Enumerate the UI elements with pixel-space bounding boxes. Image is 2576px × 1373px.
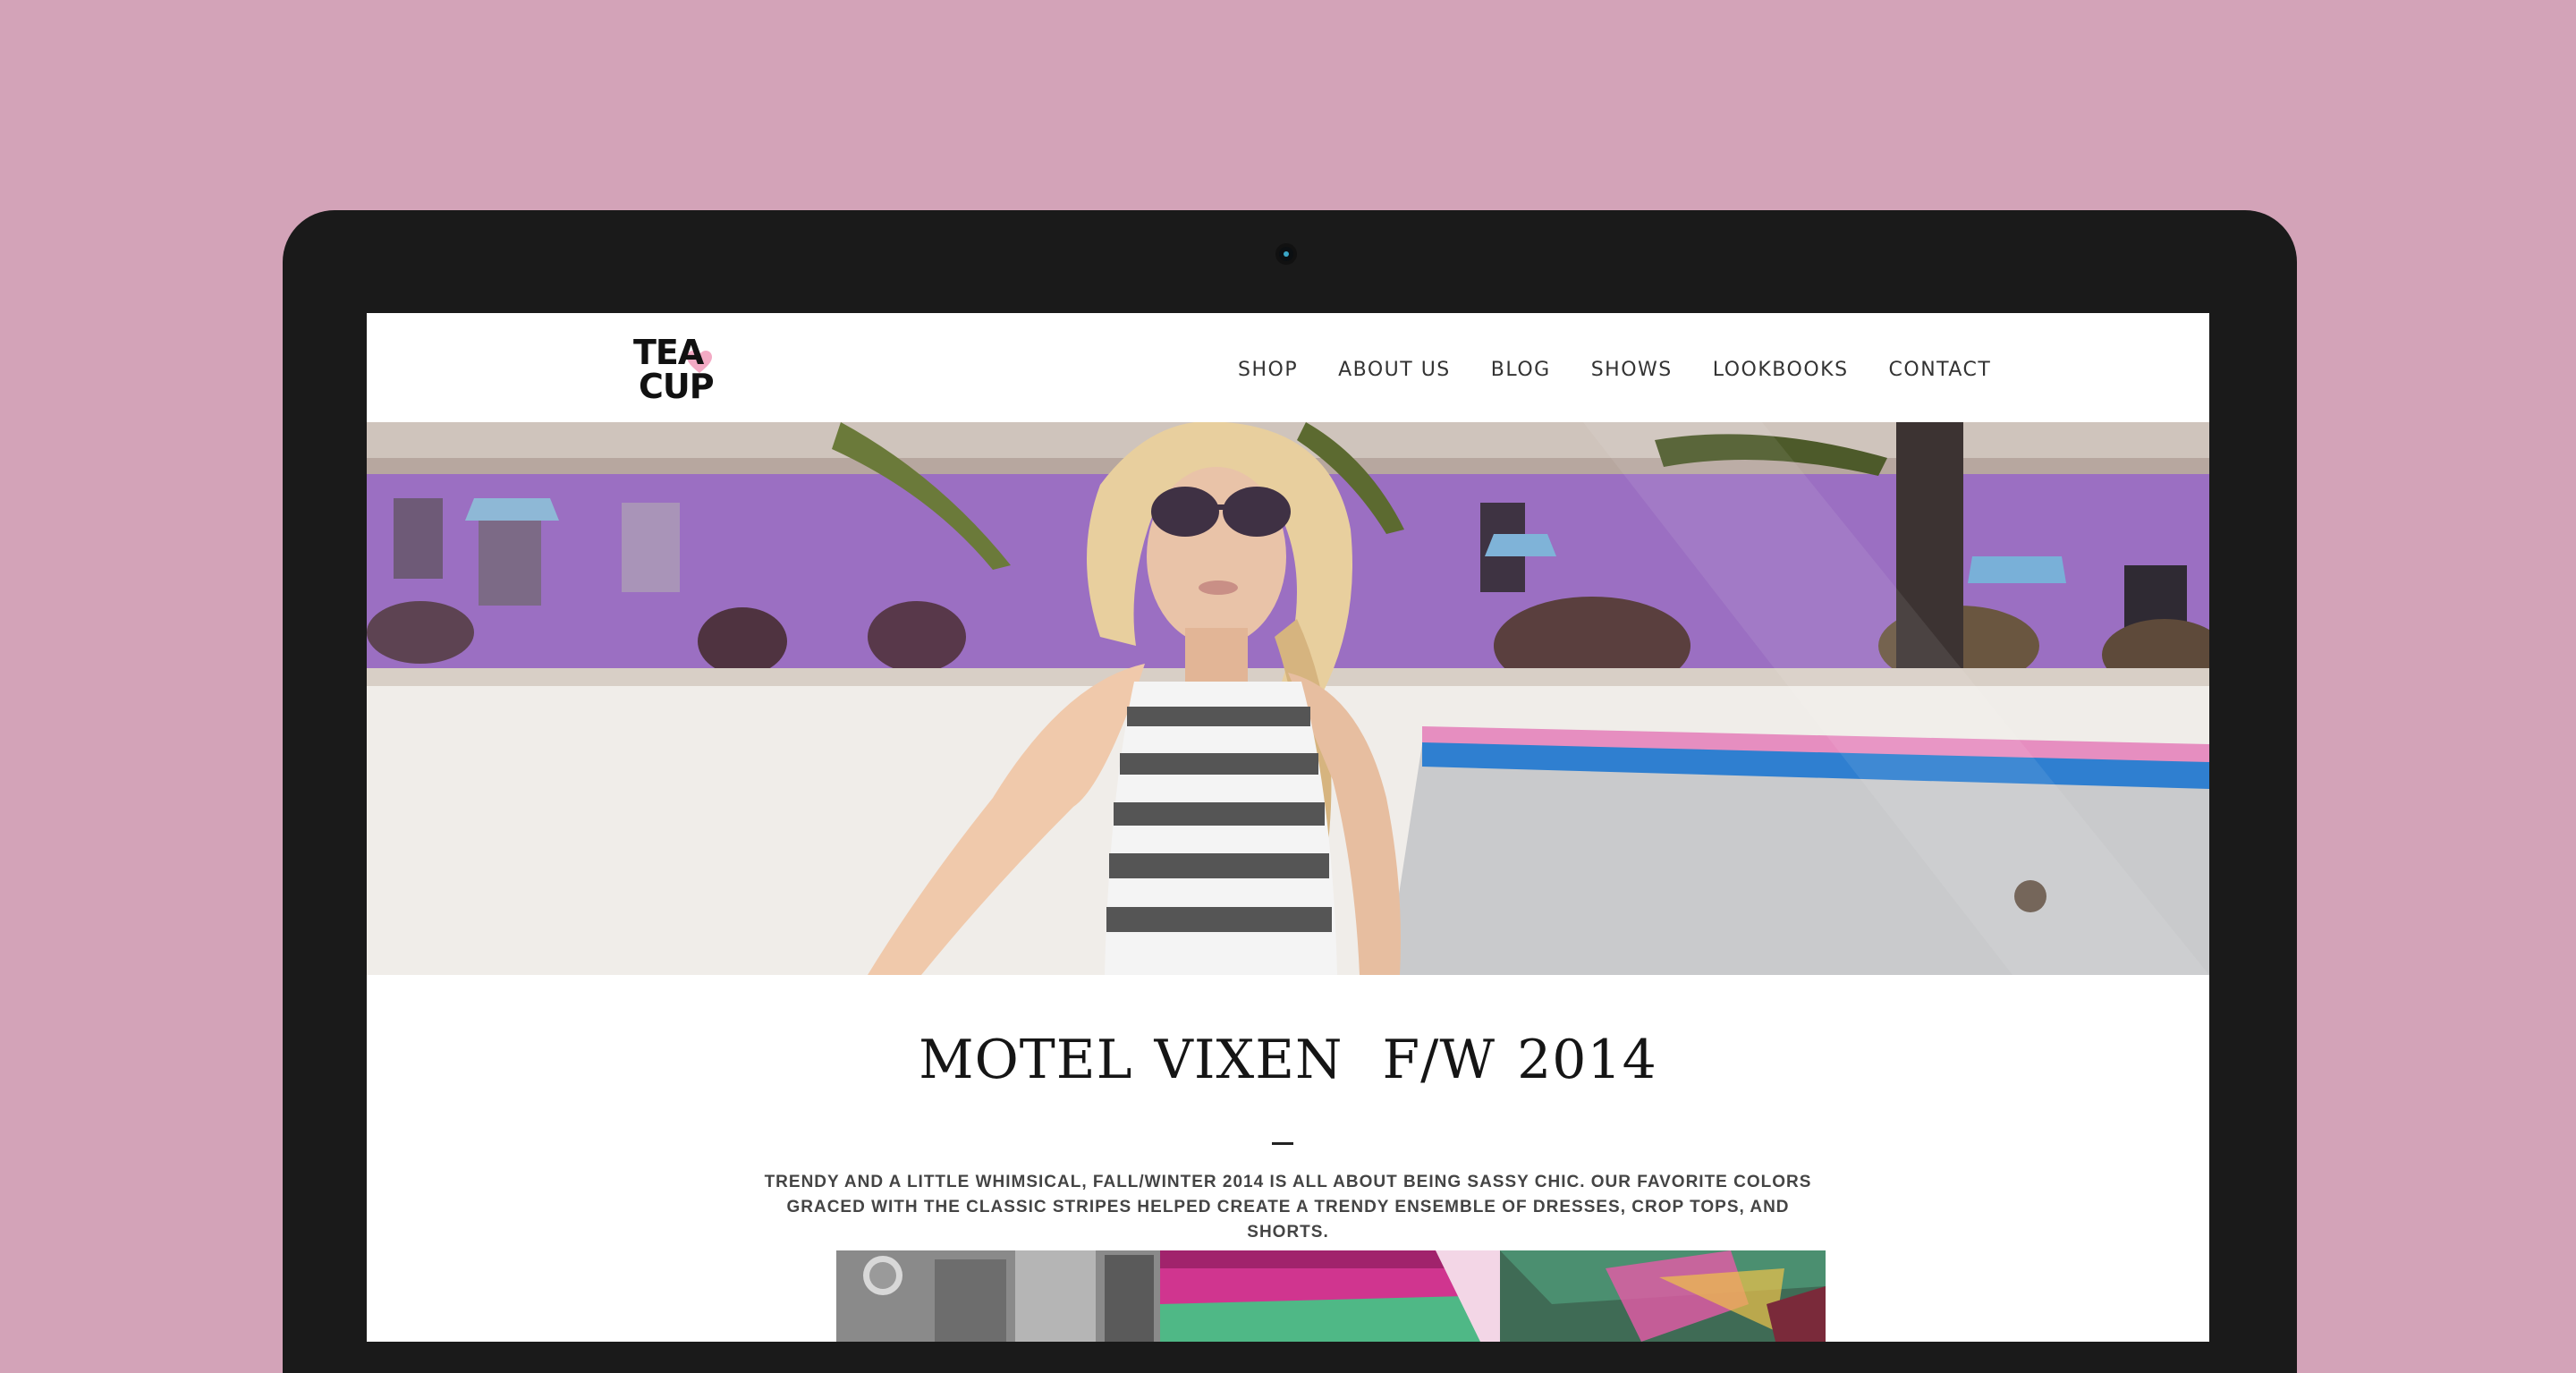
logo-line-2: CUP [639,367,715,406]
hero-photo-illustration [367,422,2209,975]
nav-shop[interactable]: SHOP [1238,354,1298,386]
lookbook-gallery[interactable] [836,1250,1826,1342]
collection-description: TRENDY AND A LITTLE WHIMSICAL, FALL/WINT… [764,1173,1812,1242]
website-screen: TEA CUP SHOP ABOUT US BLOG SHOWS LOOKBOO… [367,313,2209,1342]
nav-shows[interactable]: SHOWS [1591,354,1673,386]
logo-line-1: TEA [633,333,704,372]
page-title: MOTEL VIXEN F/W 2014 [367,1029,2209,1091]
webcam-icon [1279,247,1293,261]
title-collection: MOTEL VIXEN [919,1029,1343,1091]
nav-blog[interactable]: BLOG [1491,354,1551,386]
teacup-logo[interactable]: TEA CUP [633,333,732,411]
title-season: F/W 2014 [1382,1029,1657,1091]
nav-lookbooks[interactable]: LOOKBOOKS [1713,354,1849,386]
title-divider [1272,1142,1293,1145]
main-nav: SHOP ABOUT US BLOG SHOWS LOOKBOOKS CONTA… [1238,354,2031,386]
site-header: TEA CUP SHOP ABOUT US BLOG SHOWS LOOKBOO… [367,313,2209,422]
nav-about-us[interactable]: ABOUT US [1338,354,1451,386]
nav-contact[interactable]: CONTACT [1889,354,1992,386]
hero-image [367,422,2209,975]
gallery-thumbnails [836,1250,1826,1342]
